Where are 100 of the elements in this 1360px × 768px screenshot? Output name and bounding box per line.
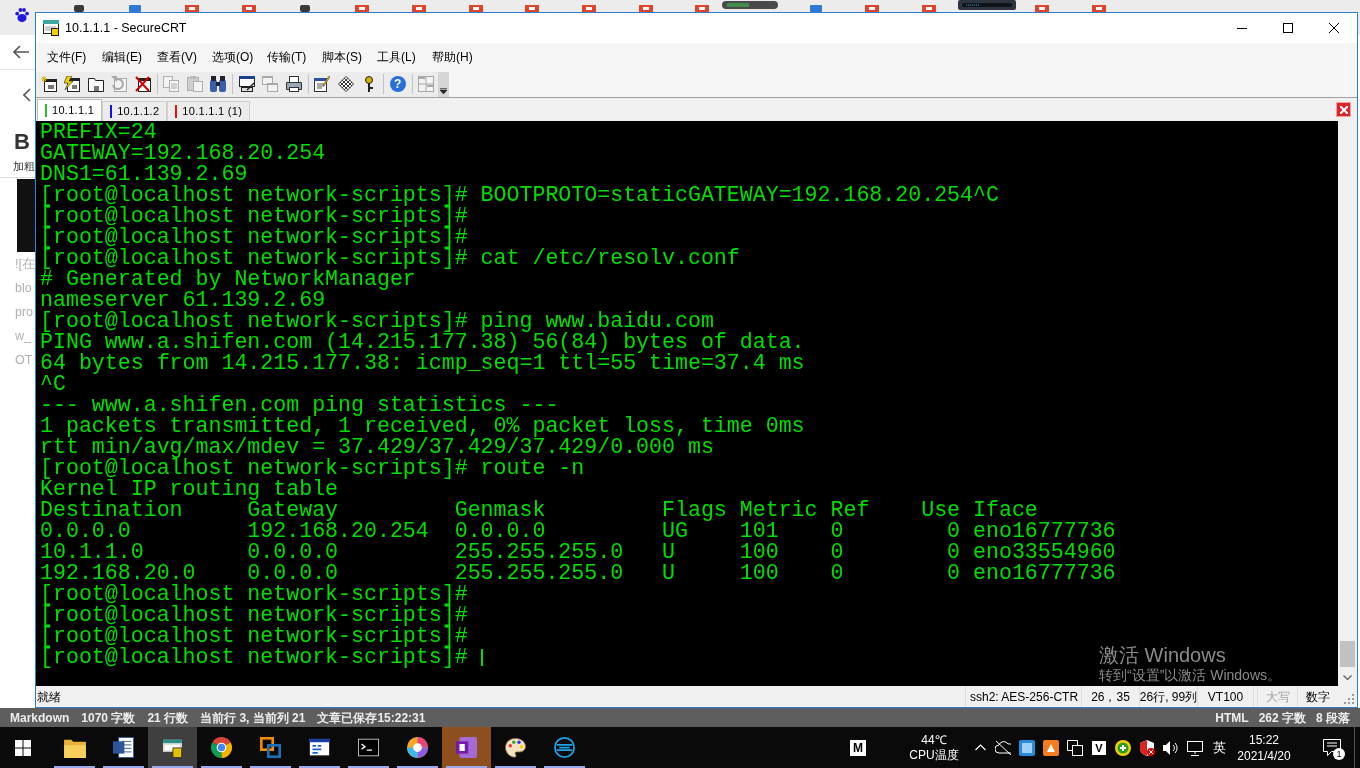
resize-grip-icon[interactable] bbox=[1344, 694, 1354, 704]
status-text: 262 字数 bbox=[1258, 709, 1306, 727]
tab-favicon-icon[interactable] bbox=[922, 5, 936, 12]
status-message: 就绪 bbox=[36, 688, 61, 706]
menu-item[interactable]: 传输(T) bbox=[260, 48, 315, 66]
tab-favicon-icon[interactable] bbox=[638, 5, 653, 12]
activation-title: 激活 Windows bbox=[1099, 643, 1226, 667]
tab[interactable]: 10.1.1.1 (1) bbox=[167, 101, 251, 121]
menu-item[interactable]: 文件(F) bbox=[40, 48, 95, 66]
monitor-icon[interactable] bbox=[1187, 739, 1203, 756]
document-icon[interactable] bbox=[113, 737, 134, 758]
status-text: 8 段落 bbox=[1316, 709, 1350, 727]
tab-favicon-icon[interactable] bbox=[695, 5, 710, 12]
tab-favicon-icon[interactable] bbox=[525, 5, 540, 12]
terminal-line: [root@localhost network-scripts]# bbox=[40, 227, 468, 248]
button-label: 加粗 bbox=[13, 159, 35, 173]
tab-favicon-icon[interactable] bbox=[468, 5, 483, 12]
terminal-line: [root@localhost network-scripts]# bbox=[40, 647, 469, 668]
shield-icon[interactable] bbox=[1139, 739, 1155, 756]
tab[interactable]: 10.1.1.1 bbox=[37, 99, 103, 121]
two-windows-icon[interactable] bbox=[1067, 739, 1083, 756]
key-icon[interactable] bbox=[365, 76, 374, 92]
status-text: 21 行数 bbox=[147, 709, 189, 727]
status-indicator: 数字 bbox=[1297, 686, 1337, 707]
terminal-line: 10.1.1.0 0.0.0.0 255.255.255.0 U 100 0 0 eno33554960 bbox=[40, 542, 1116, 563]
status-text: 文章已保存15:22:31 bbox=[317, 709, 426, 727]
menu-item[interactable]: 工具(L) bbox=[370, 48, 425, 66]
palette-icon[interactable] bbox=[505, 737, 526, 758]
folder-icon[interactable] bbox=[63, 737, 86, 758]
notification-button[interactable]: 1 bbox=[1310, 727, 1354, 768]
ring-lines-icon[interactable] bbox=[554, 737, 575, 758]
terminal-icon[interactable] bbox=[358, 737, 379, 758]
notebook-icon[interactable] bbox=[456, 737, 477, 758]
minimize-icon[interactable] bbox=[1237, 27, 1247, 29]
terminal-line: Destination Gateway Genmask Flags Metric Ref Use Iface bbox=[40, 500, 1038, 521]
app-tile-icon[interactable] bbox=[1043, 739, 1059, 756]
color-wheel-icon[interactable] bbox=[407, 737, 428, 758]
terminal-line: [root@localhost network-scripts]# ping www.baidu.com bbox=[40, 311, 714, 332]
tab-favicon-icon[interactable] bbox=[73, 5, 84, 12]
chevron-left-icon[interactable] bbox=[23, 88, 31, 102]
terminal-line: 1 packets transmitted, 1 received, 0% packet loss, time 0ms bbox=[40, 416, 805, 437]
terminal-line: --- www.a.shifen.com ping statistics --- bbox=[40, 395, 559, 416]
four-panes-icon[interactable] bbox=[14, 739, 31, 756]
menu-item[interactable]: 编辑(E) bbox=[95, 48, 150, 66]
toolbar-overflow-button[interactable] bbox=[438, 71, 449, 97]
editor-text-line: ![在 bbox=[15, 256, 35, 273]
notification-badge: 1 bbox=[1333, 748, 1345, 760]
window-badge-icon bbox=[43, 20, 59, 36]
menu-item[interactable]: 选项(O) bbox=[205, 48, 260, 66]
chevron-down-icon[interactable] bbox=[440, 87, 447, 94]
tab[interactable]: 10.1.1.2 bbox=[102, 101, 168, 121]
arrow-left-icon[interactable] bbox=[13, 45, 29, 59]
terminal-line: ^C bbox=[40, 374, 66, 395]
editor-text-line: OT bbox=[15, 352, 33, 369]
menu-item[interactable]: 脚本(S) bbox=[315, 48, 370, 66]
speaker-icon[interactable] bbox=[1163, 739, 1179, 756]
terminal-line: [root@localhost network-scripts]# route -n bbox=[40, 458, 585, 479]
app-letter-tile[interactable]: M bbox=[850, 739, 866, 756]
window-title: 10.1.1.1 - SecureCRT bbox=[65, 19, 187, 37]
message-icon[interactable] bbox=[1323, 739, 1341, 756]
squares-icon[interactable] bbox=[260, 737, 281, 758]
window-icon[interactable] bbox=[309, 737, 330, 758]
tab-favicon-icon[interactable] bbox=[241, 5, 256, 12]
chevron-up-icon[interactable] bbox=[974, 744, 986, 751]
tab-favicon-icon[interactable] bbox=[1035, 5, 1050, 12]
cloud-off-icon[interactable] bbox=[995, 739, 1011, 756]
editor-text-line: pro bbox=[15, 304, 34, 321]
tab-favicon-icon[interactable] bbox=[411, 5, 426, 12]
editor-text-line: w_ bbox=[15, 328, 31, 345]
menu-item[interactable]: 帮助(H) bbox=[425, 48, 480, 66]
clock-button[interactable]: 15:22 2021/4/20 bbox=[1231, 727, 1297, 768]
app-tile-icon[interactable] bbox=[1019, 739, 1035, 756]
status-text: 当前行 3, 当前列 21 bbox=[200, 709, 306, 727]
scrollbar-thumb[interactable] bbox=[1340, 641, 1355, 667]
tab-favicon-icon[interactable] bbox=[355, 5, 370, 12]
plus-circle-icon[interactable] bbox=[1115, 739, 1131, 756]
terminal-line: DNS1=61.139.2.69 bbox=[40, 164, 248, 185]
menu-item[interactable]: 查看(V) bbox=[150, 48, 205, 66]
cpu-temperature-button[interactable]: 44℃ CPU温度 bbox=[899, 727, 969, 768]
close-icon[interactable] bbox=[1329, 23, 1339, 33]
tab-favicon-icon[interactable] bbox=[581, 5, 596, 12]
terminal-line: [root@localhost network-scripts]# cat /etc/resolv.conf bbox=[40, 248, 740, 269]
tab-favicon-icon[interactable] bbox=[185, 5, 200, 12]
tab-favicon-icon[interactable] bbox=[1092, 5, 1107, 12]
taskbar-app-button[interactable] bbox=[148, 727, 197, 768]
tray-button[interactable]: V bbox=[1087, 727, 1111, 768]
browser-icon[interactable] bbox=[211, 737, 232, 758]
status-cell: VT100 bbox=[1197, 686, 1253, 707]
bold-button[interactable]: B bbox=[13, 130, 30, 154]
tab-favicon-icon[interactable] bbox=[865, 5, 880, 12]
tab-favicon-icon[interactable] bbox=[300, 5, 311, 12]
input-language-button[interactable]: 英 bbox=[1207, 727, 1231, 768]
terminal-line: 0.0.0.0 192.168.20.254 0.0.0.0 UG 101 0 0 eno16777736 bbox=[40, 521, 1116, 542]
terminal-line: PREFIX=24 bbox=[40, 122, 157, 143]
terminal-line: [root@localhost network-scripts]# bbox=[40, 626, 468, 647]
window-badge-icon[interactable] bbox=[162, 737, 183, 758]
maximize-icon[interactable] bbox=[1283, 23, 1293, 33]
app-letter-tile: V bbox=[1092, 740, 1106, 755]
terminal-line: [root@localhost network-scripts]# bbox=[40, 206, 468, 227]
paw-favicon-icon[interactable] bbox=[15, 8, 29, 22]
